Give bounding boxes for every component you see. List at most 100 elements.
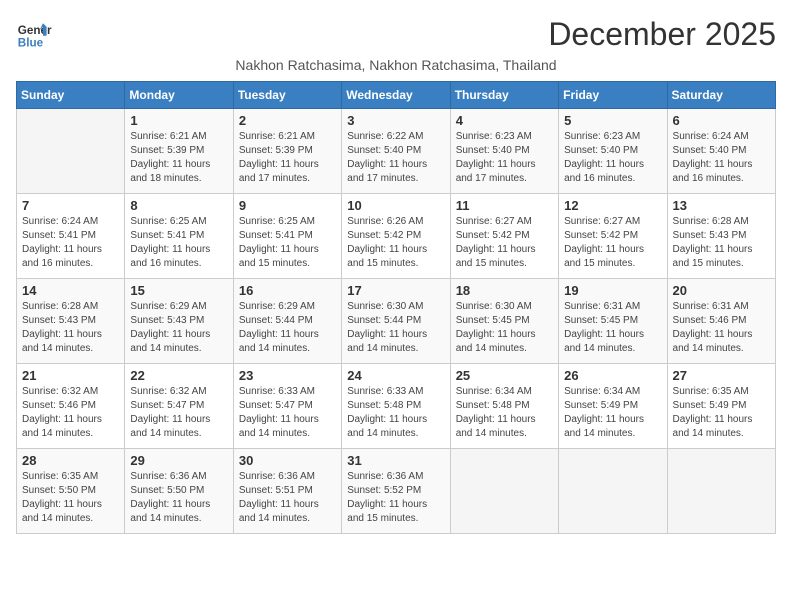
cell-info: Sunrise: 6:25 AM Sunset: 5:41 PM Dayligh… (130, 215, 227, 271)
page-header: General Blue December 2025 (16, 16, 776, 53)
calendar-header: SundayMondayTuesdayWednesdayThursdayFrid… (17, 82, 776, 109)
cell-info: Sunrise: 6:21 AM Sunset: 5:39 PM Dayligh… (239, 130, 336, 186)
calendar-cell: 21 Sunrise: 6:32 AM Sunset: 5:46 PM Dayli… (17, 364, 125, 449)
calendar-cell: 8 Sunrise: 6:25 AM Sunset: 5:41 PM Daylig… (125, 194, 233, 279)
calendar-cell: 19 Sunrise: 6:31 AM Sunset: 5:45 PM Dayli… (559, 279, 667, 364)
cell-info: Sunrise: 6:34 AM Sunset: 5:48 PM Dayligh… (456, 385, 553, 441)
calendar-cell: 3Sunrise: 6:22 AM Sunset: 5:40 PM Daylig… (342, 109, 450, 194)
col-header-friday: Friday (559, 82, 667, 109)
day-number: 5 (564, 113, 661, 128)
cell-info: Sunrise: 6:23 AM Sunset: 5:40 PM Dayligh… (564, 130, 661, 186)
day-number: 22 (130, 368, 227, 383)
day-number: 20 (673, 283, 770, 298)
logo-icon: General Blue (16, 16, 52, 52)
col-header-thursday: Thursday (450, 82, 558, 109)
cell-info: Sunrise: 6:30 AM Sunset: 5:45 PM Dayligh… (456, 300, 553, 356)
day-number: 31 (347, 453, 444, 468)
calendar-cell: 1Sunrise: 6:21 AM Sunset: 5:39 PM Daylig… (125, 109, 233, 194)
col-header-wednesday: Wednesday (342, 82, 450, 109)
calendar-cell: 18 Sunrise: 6:30 AM Sunset: 5:45 PM Dayli… (450, 279, 558, 364)
day-number: 6 (673, 113, 770, 128)
calendar-cell: 30Sunrise: 6:36 AM Sunset: 5:51 PM Dayli… (233, 449, 341, 534)
day-number: 8 (130, 198, 227, 213)
cell-info: Sunrise: 6:36 AM Sunset: 5:52 PM Dayligh… (347, 470, 444, 526)
title-block: December 2025 (548, 16, 776, 53)
calendar-cell (667, 449, 775, 534)
cell-info: Sunrise: 6:29 AM Sunset: 5:44 PM Dayligh… (239, 300, 336, 356)
day-number: 26 (564, 368, 661, 383)
day-number: 23 (239, 368, 336, 383)
calendar-cell: 16 Sunrise: 6:29 AM Sunset: 5:44 PM Dayli… (233, 279, 341, 364)
cell-info: Sunrise: 6:34 AM Sunset: 5:49 PM Dayligh… (564, 385, 661, 441)
cell-info: Sunrise: 6:35 AM Sunset: 5:49 PM Dayligh… (673, 385, 770, 441)
day-number: 19 (564, 283, 661, 298)
calendar-cell: 10Sunrise: 6:26 AM Sunset: 5:42 PM Dayli… (342, 194, 450, 279)
day-number: 2 (239, 113, 336, 128)
calendar-cell: 28 Sunrise: 6:35 AM Sunset: 5:50 PM Dayli… (17, 449, 125, 534)
cell-info: Sunrise: 6:33 AM Sunset: 5:48 PM Dayligh… (347, 385, 444, 441)
calendar-cell: 13 Sunrise: 6:28 AM Sunset: 5:43 PM Dayli… (667, 194, 775, 279)
col-header-monday: Monday (125, 82, 233, 109)
col-header-saturday: Saturday (667, 82, 775, 109)
day-number: 7 (22, 198, 119, 213)
cell-info: Sunrise: 6:25 AM Sunset: 5:41 PM Dayligh… (239, 215, 336, 271)
day-number: 11 (456, 198, 553, 213)
day-number: 29 (130, 453, 227, 468)
svg-text:Blue: Blue (18, 37, 44, 50)
day-number: 18 (456, 283, 553, 298)
svg-text:General: General (18, 24, 52, 37)
cell-info: Sunrise: 6:32 AM Sunset: 5:46 PM Dayligh… (22, 385, 119, 441)
cell-info: Sunrise: 6:27 AM Sunset: 5:42 PM Dayligh… (564, 215, 661, 271)
calendar-cell (17, 109, 125, 194)
cell-info: Sunrise: 6:32 AM Sunset: 5:47 PM Dayligh… (130, 385, 227, 441)
cell-info: Sunrise: 6:30 AM Sunset: 5:44 PM Dayligh… (347, 300, 444, 356)
col-header-sunday: Sunday (17, 82, 125, 109)
calendar-cell: 15Sunrise: 6:29 AM Sunset: 5:43 PM Dayli… (125, 279, 233, 364)
cell-info: Sunrise: 6:24 AM Sunset: 5:40 PM Dayligh… (673, 130, 770, 186)
week-row-4: 21 Sunrise: 6:32 AM Sunset: 5:46 PM Dayli… (17, 364, 776, 449)
calendar-cell: 26 Sunrise: 6:34 AM Sunset: 5:49 PM Dayli… (559, 364, 667, 449)
week-row-5: 28 Sunrise: 6:35 AM Sunset: 5:50 PM Dayli… (17, 449, 776, 534)
day-number: 12 (564, 198, 661, 213)
calendar-table: SundayMondayTuesdayWednesdayThursdayFrid… (16, 81, 776, 534)
cell-info: Sunrise: 6:31 AM Sunset: 5:45 PM Dayligh… (564, 300, 661, 356)
cell-info: Sunrise: 6:28 AM Sunset: 5:43 PM Dayligh… (22, 300, 119, 356)
day-number: 13 (673, 198, 770, 213)
day-number: 25 (456, 368, 553, 383)
week-row-3: 14 Sunrise: 6:28 AM Sunset: 5:43 PM Dayli… (17, 279, 776, 364)
calendar-cell: 27Sunrise: 6:35 AM Sunset: 5:49 PM Dayli… (667, 364, 775, 449)
cell-info: Sunrise: 6:29 AM Sunset: 5:43 PM Dayligh… (130, 300, 227, 356)
calendar-cell: 17Sunrise: 6:30 AM Sunset: 5:44 PM Dayli… (342, 279, 450, 364)
calendar-cell: 29Sunrise: 6:36 AM Sunset: 5:50 PM Dayli… (125, 449, 233, 534)
day-number: 28 (22, 453, 119, 468)
cell-info: Sunrise: 6:24 AM Sunset: 5:41 PM Dayligh… (22, 215, 119, 271)
day-number: 14 (22, 283, 119, 298)
calendar-cell: 24 Sunrise: 6:33 AM Sunset: 5:48 PM Dayli… (342, 364, 450, 449)
day-number: 16 (239, 283, 336, 298)
calendar-cell: 2 Sunrise: 6:21 AM Sunset: 5:39 PM Daylig… (233, 109, 341, 194)
calendar-cell: 5 Sunrise: 6:23 AM Sunset: 5:40 PM Daylig… (559, 109, 667, 194)
calendar-cell: 11 Sunrise: 6:27 AM Sunset: 5:42 PM Dayli… (450, 194, 558, 279)
week-row-1: 1 Sunrise: 6:21 AM Sunset: 5:39 PM Daylig… (17, 109, 776, 194)
calendar-cell (559, 449, 667, 534)
day-number: 24 (347, 368, 444, 383)
calendar-cell: 14 Sunrise: 6:28 AM Sunset: 5:43 PM Dayli… (17, 279, 125, 364)
day-number: 30 (239, 453, 336, 468)
calendar-cell: 6 Sunrise: 6:24 AM Sunset: 5:40 PM Daylig… (667, 109, 775, 194)
day-number: 4 (456, 113, 553, 128)
cell-info: Sunrise: 6:22 AM Sunset: 5:40 PM Dayligh… (347, 130, 444, 186)
day-number: 9 (239, 198, 336, 213)
calendar-cell: 31 Sunrise: 6:36 AM Sunset: 5:52 PM Dayli… (342, 449, 450, 534)
day-number: 1 (130, 113, 227, 128)
cell-info: Sunrise: 6:35 AM Sunset: 5:50 PM Dayligh… (22, 470, 119, 526)
col-header-tuesday: Tuesday (233, 82, 341, 109)
logo: General Blue (16, 16, 52, 52)
location-subtitle: Nakhon Ratchasima, Nakhon Ratchasima, Th… (16, 57, 776, 73)
cell-info: Sunrise: 6:28 AM Sunset: 5:43 PM Dayligh… (673, 215, 770, 271)
day-number: 21 (22, 368, 119, 383)
week-row-2: 7 Sunrise: 6:24 AM Sunset: 5:41 PM Daylig… (17, 194, 776, 279)
day-number: 10 (347, 198, 444, 213)
calendar-cell: 4Sunrise: 6:23 AM Sunset: 5:40 PM Daylig… (450, 109, 558, 194)
cell-info: Sunrise: 6:27 AM Sunset: 5:42 PM Dayligh… (456, 215, 553, 271)
calendar-cell (450, 449, 558, 534)
